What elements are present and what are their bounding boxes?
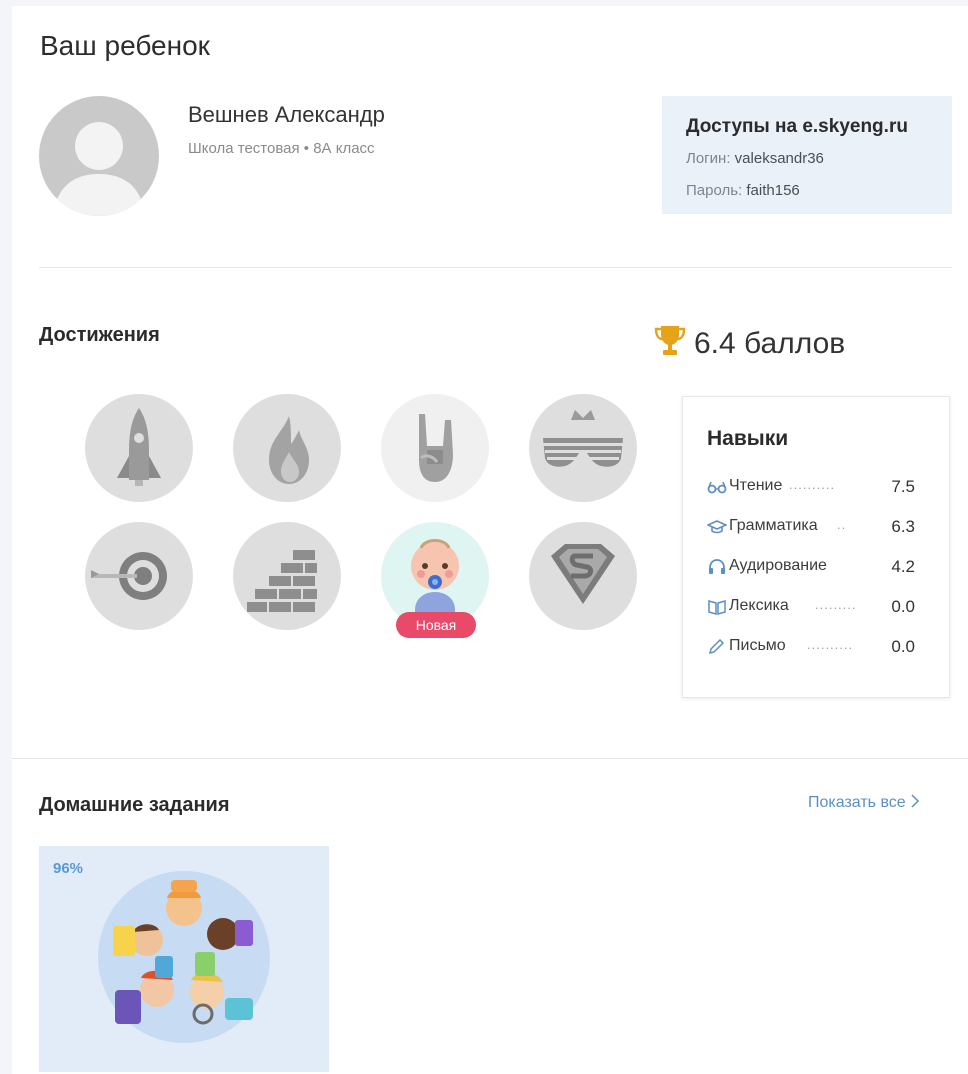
- shutter-shades-icon: [543, 410, 623, 467]
- password-value: faith156: [746, 182, 800, 199]
- access-title: Доступы на e.skyeng.ru: [686, 116, 908, 137]
- show-all-link[interactable]: Показать все: [808, 794, 920, 812]
- graduation-cap-icon: [706, 519, 728, 535]
- achievements-title: Достижения: [39, 324, 160, 346]
- skill-label: Письмо: [729, 637, 786, 654]
- kids-illustration-icon: [98, 871, 270, 1043]
- skill-dots: .........: [815, 597, 857, 612]
- divider-top: [39, 267, 952, 268]
- login-label: Логин:: [686, 150, 731, 167]
- trophy-icon: [654, 324, 686, 366]
- child-name: Вешнев Александр: [188, 102, 385, 127]
- skill-dots: ..........: [789, 477, 836, 492]
- book-icon: [707, 599, 727, 615]
- password-line: Пароль: faith156: [686, 182, 800, 199]
- superman-shield-icon: [551, 544, 615, 604]
- access-box: Доступы на e.skyeng.ru Логин: valeksandr…: [662, 96, 952, 214]
- skills-title: Навыки: [707, 427, 789, 450]
- skill-label: Лексика: [729, 597, 789, 614]
- child-school: Школа тестовая • 8А класс: [188, 140, 375, 157]
- headphones-icon: [707, 559, 727, 575]
- badge-superman-shield[interactable]: [529, 522, 637, 630]
- login-line: Логин: valeksandr36: [686, 150, 824, 167]
- password-label: Пароль:: [686, 182, 743, 199]
- login-value: valeksandr36: [734, 150, 824, 167]
- badge-flame[interactable]: [233, 394, 341, 502]
- skill-row-reading: Чтение .......... 7.5: [707, 475, 927, 499]
- child-profile-card: Ваш ребенок Вешнев Александр Школа тесто…: [12, 6, 968, 1074]
- homework-card[interactable]: 96%: [39, 846, 329, 1072]
- skill-value: 7.5: [891, 477, 915, 496]
- homework-title: Домашние задания: [39, 794, 230, 816]
- target-icon: [91, 552, 167, 600]
- homework-progress: 96%: [53, 860, 84, 877]
- skill-value: 4.2: [891, 557, 915, 576]
- badge-brick-wall[interactable]: [233, 522, 341, 630]
- skill-label: Грамматика: [729, 517, 818, 534]
- chevron-right-icon: [910, 794, 920, 811]
- new-badge-tag: Новая: [396, 612, 476, 638]
- skill-value: 0.0: [891, 637, 915, 656]
- show-all-label: Показать все: [808, 794, 906, 811]
- divider-bottom: [12, 758, 968, 759]
- flame-icon: [269, 416, 309, 484]
- score: 6.4 баллов: [654, 324, 845, 366]
- glasses-icon: [707, 479, 727, 495]
- score-text: 6.4 баллов: [694, 326, 846, 360]
- rock-hand-icon: [419, 414, 453, 482]
- badge-rocket[interactable]: [85, 394, 193, 502]
- skill-value: 0.0: [891, 597, 915, 616]
- skill-row-listening: Аудирование 4.2: [707, 555, 927, 579]
- skill-row-vocabulary: Лексика ......... 0.0: [707, 595, 927, 619]
- brick-wall-icon: [247, 550, 317, 612]
- rocket-icon: [117, 408, 161, 486]
- skill-row-grammar: Грамматика .. 6.3: [706, 515, 927, 539]
- skill-dots: ..: [837, 517, 847, 532]
- skills-panel: Навыки Чтение .......... 7.5 Грамматика …: [682, 396, 950, 698]
- skill-value: 6.3: [891, 517, 915, 536]
- skill-label: Чтение: [729, 477, 783, 494]
- skill-row-writing: Письмо .......... 0.0: [707, 635, 927, 659]
- badge-target[interactable]: [85, 522, 193, 630]
- badge-shutter-shades[interactable]: [529, 394, 637, 502]
- skill-label: Аудирование: [729, 557, 827, 574]
- page-title: Ваш ребенок: [40, 30, 210, 61]
- pencil-icon: [707, 638, 727, 655]
- avatar: [39, 96, 159, 216]
- badge-rock-hand[interactable]: [381, 394, 489, 502]
- skill-dots: ..........: [807, 637, 854, 652]
